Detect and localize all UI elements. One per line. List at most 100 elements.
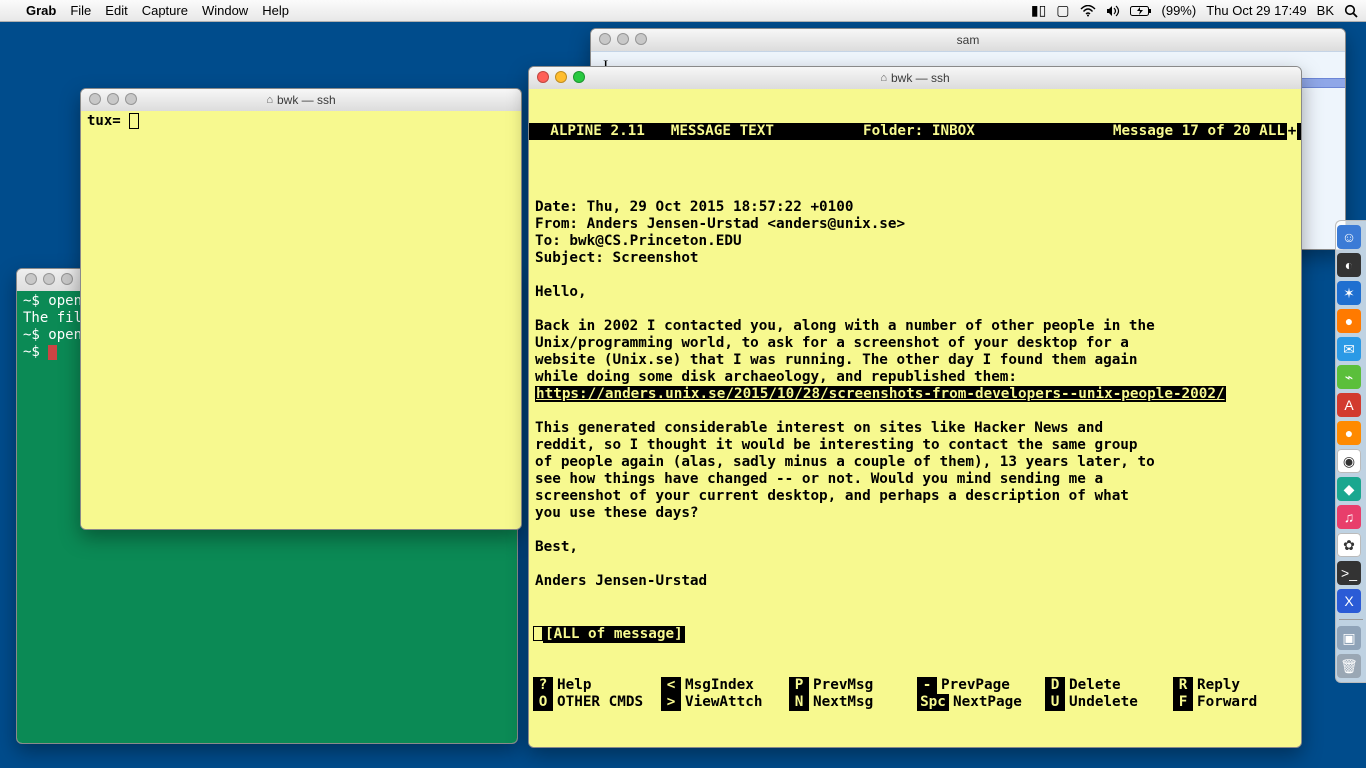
close-button[interactable] [599, 33, 611, 45]
terminal-prompt: tux= [87, 113, 129, 129]
alpine-cmd-prevpage[interactable]: -PrevPage [917, 677, 1041, 694]
mail-body-closing: Best, [535, 539, 578, 555]
titlebar[interactable]: ⌂ bwk — ssh [529, 67, 1301, 90]
menu-capture[interactable]: Capture [142, 3, 188, 18]
alpine-cmd-forward[interactable]: FForward [1173, 694, 1297, 711]
alpine-header-msgcount: Message 17 of 20 ALL [1073, 123, 1285, 140]
alpine-cmd-undelete[interactable]: UUndelete [1045, 694, 1169, 711]
traffic-lights [89, 93, 137, 105]
terminal-cursor [129, 113, 139, 129]
alpine-cmd-key: O [533, 694, 553, 711]
mail-header-from: From: Anders Jensen-Urstad <anders@unix.… [535, 216, 905, 232]
close-button[interactable] [25, 273, 37, 285]
alpine-header-folder: Folder: INBOX [863, 123, 1073, 140]
alpine-cmd-reply[interactable]: RReply [1173, 677, 1297, 694]
alpine-cursor-box [533, 626, 543, 641]
wifi-icon[interactable] [1080, 5, 1096, 17]
minimize-button[interactable] [43, 273, 55, 285]
dock-terminal-icon[interactable]: >_ [1337, 561, 1361, 585]
display-icon[interactable]: ▢ [1056, 2, 1069, 19]
alpine-cmd-delete[interactable]: DDelete [1045, 677, 1169, 694]
zoom-button[interactable] [125, 93, 137, 105]
window-ssh-small[interactable]: ⌂bwk — ssh tux= [80, 88, 522, 530]
alpine-cmd-prevmsg[interactable]: PPrevMsg [789, 677, 913, 694]
app-menu[interactable]: Grab [26, 3, 56, 18]
minimize-button[interactable] [107, 93, 119, 105]
alpine-status: [ALL of message] [543, 626, 685, 643]
menu-edit[interactable]: Edit [105, 3, 127, 18]
alpine-cmd-label: Undelete [1069, 694, 1138, 711]
alpine-cmd-label: PrevPage [941, 677, 1010, 694]
titlebar[interactable]: ⌂bwk — ssh [81, 89, 521, 112]
dock-separator [1339, 619, 1363, 620]
minimize-button[interactable] [617, 33, 629, 45]
alpine-cmd-key: R [1173, 677, 1193, 694]
alpine-cmd-label: Reply [1197, 677, 1240, 694]
alpine-cmd-key: - [917, 677, 937, 694]
dock-xcode-icon[interactable]: X [1337, 589, 1361, 613]
alpine-body[interactable]: ALPINE 2.11 MESSAGE TEXT Folder: INBOX M… [529, 89, 1301, 747]
window-ssh-alpine[interactable]: ⌂ bwk — ssh ALPINE 2.11 MESSAGE TEXT Fold… [528, 66, 1302, 748]
dock-folder-icon[interactable]: ▣ [1337, 626, 1361, 650]
dock-trash-icon[interactable]: 🗑 [1337, 654, 1361, 678]
menu-file[interactable]: File [70, 3, 91, 18]
zoom-button[interactable] [573, 71, 585, 83]
dock-chrome-icon[interactable]: ◉ [1337, 449, 1361, 473]
home-icon: ⌂ [880, 72, 887, 84]
alpine-cmd-msgindex[interactable]: <MsgIndex [661, 677, 785, 694]
alpine-cmd-key: ? [533, 677, 553, 694]
menu-window[interactable]: Window [202, 3, 248, 18]
mail-body-link[interactable]: https://anders.unix.se/2015/10/28/screen… [535, 386, 1226, 402]
alpine-cmd-help[interactable]: ?Help [533, 677, 657, 694]
terminal-line: ~$ open [23, 327, 82, 343]
menu-help[interactable]: Help [262, 3, 289, 18]
macos-dock[interactable]: ☺ ◐ ✶ ● ✉ ⌁ A ● ◉ ◆ ♫ ✿ >_ X ▣ 🗑 [1335, 220, 1366, 683]
mail-header-date: Date: Thu, 29 Oct 2015 18:57:22 +0100 [535, 199, 853, 215]
user-menu[interactable]: BK [1317, 3, 1334, 18]
dock-finder-icon[interactable]: ☺ [1337, 225, 1361, 249]
alpine-header-bar: ALPINE 2.11 MESSAGE TEXT Folder: INBOX M… [529, 123, 1301, 140]
battery-percent: (99%) [1162, 3, 1197, 18]
minimize-button[interactable] [555, 71, 567, 83]
alpine-cmd-nextmsg[interactable]: NNextMsg [789, 694, 913, 711]
dock-app-teal-icon[interactable]: ◆ [1337, 477, 1361, 501]
close-button[interactable] [89, 93, 101, 105]
dock-app-green-icon[interactable]: ⌁ [1337, 365, 1361, 389]
alpine-header-plus-icon: + [1287, 123, 1297, 140]
alpine-footer: [ALL of message] ?Help<MsgIndexPPrevMsg-… [529, 592, 1301, 747]
alpine-cmd-label: ViewAttch [685, 694, 762, 711]
alpine-cmd-key: Spc [917, 694, 949, 711]
dock-app-orange-icon[interactable]: ● [1337, 421, 1361, 445]
alpine-message: Date: Thu, 29 Oct 2015 18:57:22 +0100 Fr… [529, 174, 1301, 607]
zoom-button[interactable] [635, 33, 647, 45]
battery-icon[interactable]: ▮▯ [1031, 2, 1046, 19]
alpine-cmd-key: F [1173, 694, 1193, 711]
alpine-cmd-label: MsgIndex [685, 677, 754, 694]
traffic-lights [599, 33, 647, 45]
alpine-cmd-nextpage[interactable]: SpcNextPage [917, 694, 1041, 711]
titlebar[interactable]: sam [591, 29, 1345, 52]
clock[interactable]: Thu Oct 29 17:49 [1206, 3, 1306, 18]
alpine-cmd-key: < [661, 677, 681, 694]
dock-acrobat-icon[interactable]: A [1337, 393, 1361, 417]
alpine-cmd-viewattch[interactable]: >ViewAttch [661, 694, 785, 711]
dock-itunes-icon[interactable]: ♫ [1337, 505, 1361, 529]
alpine-cmd-label: Help [557, 677, 591, 694]
charge-icon[interactable] [1130, 5, 1152, 17]
alpine-cmd-label: Forward [1197, 694, 1257, 711]
terminal-line: The fil [23, 310, 82, 326]
mail-body-p1: Back in 2002 I contacted you, along with… [535, 318, 1155, 385]
dock-dashboard-icon[interactable]: ◐ [1337, 253, 1361, 277]
dock-photos-icon[interactable]: ✿ [1337, 533, 1361, 557]
close-button[interactable] [537, 71, 549, 83]
dock-safari-icon[interactable]: ✶ [1337, 281, 1361, 305]
alpine-cmd-key: > [661, 694, 681, 711]
window-title: bwk — ssh [891, 71, 950, 85]
dock-mail-icon[interactable]: ✉ [1337, 337, 1361, 361]
zoom-button[interactable] [61, 273, 73, 285]
volume-icon[interactable] [1106, 5, 1120, 17]
dock-firefox-icon[interactable]: ● [1337, 309, 1361, 333]
spotlight-icon[interactable] [1344, 4, 1358, 18]
terminal-body[interactable]: tux= [81, 111, 521, 529]
alpine-cmd-other-cmds[interactable]: OOTHER CMDS [533, 694, 657, 711]
